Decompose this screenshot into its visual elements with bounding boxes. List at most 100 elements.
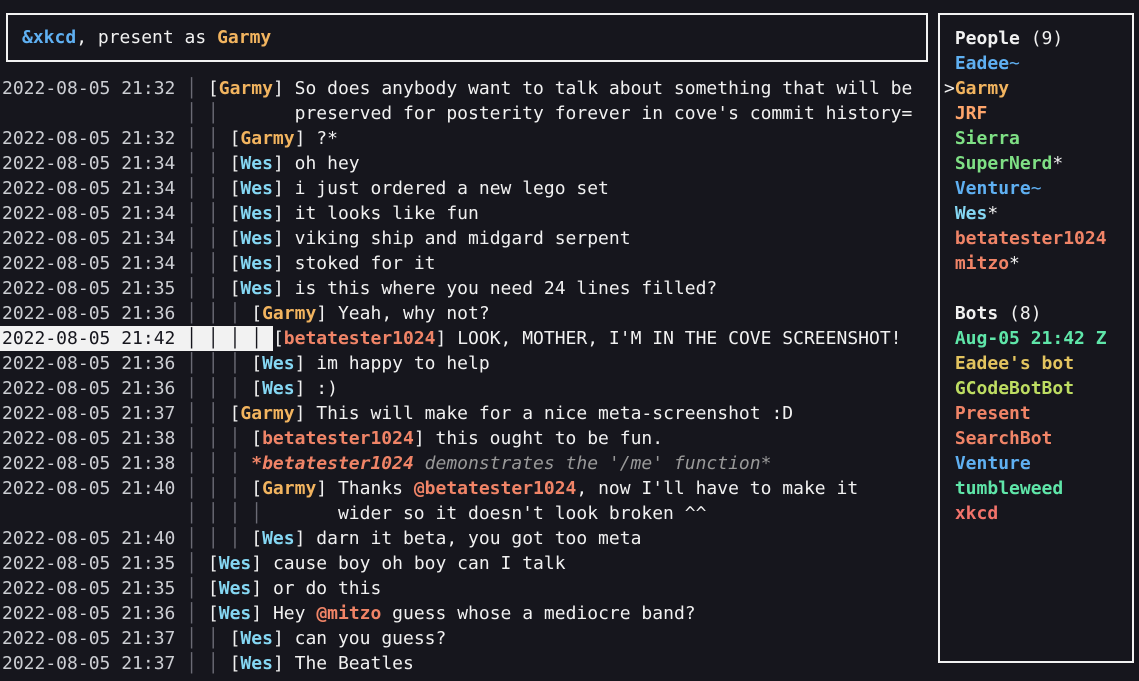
nick[interactable]: Wes: [219, 553, 252, 574]
chat-row[interactable]: 2022-08-05 21:34 │ │ [Wes] i just ordere…: [2, 176, 912, 201]
bracket: [: [251, 428, 262, 449]
user-list-item[interactable]: Wes*: [944, 201, 1132, 226]
thread-lines: │ │: [175, 203, 229, 224]
active-marker: [944, 103, 955, 124]
nick[interactable]: Garmy: [240, 128, 294, 149]
chat-row[interactable]: 2022-08-05 21:35 │ [Wes] cause boy oh bo…: [2, 551, 912, 576]
chat-row[interactable]: │ │ preserved for posterity forever in c…: [2, 101, 912, 126]
nick[interactable]: Wes: [219, 603, 252, 624]
active-marker: [944, 253, 955, 274]
chat-row[interactable]: 2022-08-05 21:38 │ │ │ *betatester1024 d…: [2, 451, 912, 476]
user-name: SearchBot: [955, 428, 1053, 449]
message-text: ?*: [316, 128, 338, 149]
message-text: @betatester1024: [414, 478, 577, 499]
status-suffix: *: [1052, 153, 1063, 174]
message-text: wider so it doesn't look broken ^^: [338, 503, 706, 524]
chat-row[interactable]: 2022-08-05 21:32 │ │ [Garmy] ?*: [2, 126, 912, 151]
nick[interactable]: Wes: [240, 203, 273, 224]
chat-row[interactable]: 2022-08-05 21:35 │ │ [Wes] is this where…: [2, 276, 912, 301]
chat-row[interactable]: 2022-08-05 21:32 │ [Garmy] So does anybo…: [2, 76, 912, 101]
bot-list-item[interactable]: Venture: [944, 451, 1132, 476]
chat-row[interactable]: 2022-08-05 21:34 │ │ [Wes] stoked for it: [2, 251, 912, 276]
user-name: Venture: [955, 453, 1031, 474]
nick[interactable]: Garmy: [219, 78, 273, 99]
bot-list-item[interactable]: Eadee's bot: [944, 351, 1132, 376]
nick[interactable]: Wes: [240, 178, 273, 199]
nick[interactable]: Wes: [262, 528, 295, 549]
message-text: preserved for posterity forever in cove'…: [295, 103, 913, 124]
nick[interactable]: Wes: [240, 278, 273, 299]
people-count: (9): [1020, 28, 1063, 49]
chat-row[interactable]: 2022-08-05 21:36 │ [Wes] Hey @mitzo gues…: [2, 601, 912, 626]
nick[interactable]: Wes: [219, 578, 252, 599]
user-name: tumbleweed: [955, 478, 1063, 499]
user-list-item[interactable]: SuperNerd*: [944, 151, 1132, 176]
message-text: darn it beta, you got too meta: [316, 528, 641, 549]
timestamp: 2022-08-05 21:36: [2, 378, 175, 399]
user-list-item[interactable]: mitzo*: [944, 251, 1132, 276]
chat-row[interactable]: 2022-08-05 21:37 │ │ [Wes] The Beatles: [2, 651, 912, 676]
timestamp: 2022-08-05 21:36: [2, 303, 175, 324]
user-name: SuperNerd: [955, 153, 1053, 174]
nick[interactable]: Wes: [240, 228, 273, 249]
row-prefix: 2022-08-05 21:37 │ │: [2, 653, 230, 674]
chat-row[interactable]: 2022-08-05 21:37 │ │ [Garmy] This will m…: [2, 401, 912, 426]
header-text: , present as: [76, 25, 217, 50]
nick[interactable]: Garmy: [262, 303, 316, 324]
bot-list-item[interactable]: Aug-05 21:42 Z: [944, 326, 1132, 351]
row-prefix: 2022-08-05 21:36 │ │ │: [2, 353, 251, 374]
nick[interactable]: Wes: [240, 653, 273, 674]
chat-row[interactable]: 2022-08-05 21:40 │ │ │ [Garmy] Thanks @b…: [2, 476, 912, 501]
nick[interactable]: betatester1024: [284, 328, 436, 349]
thread-lines: │: [175, 553, 208, 574]
chat-row[interactable]: 2022-08-05 21:35 │ [Wes] or do this: [2, 576, 912, 601]
nick[interactable]: Wes: [240, 253, 273, 274]
user-list-item[interactable]: JRF: [944, 101, 1132, 126]
bot-list-item[interactable]: Present: [944, 401, 1132, 426]
chat-row[interactable]: 2022-08-05 21:34 │ │ [Wes] oh hey: [2, 151, 912, 176]
nick[interactable]: Wes: [240, 628, 273, 649]
thread-lines: │ │ │: [175, 303, 251, 324]
user-list-item[interactable]: Venture~: [944, 176, 1132, 201]
timestamp: 2022-08-05 21:34: [2, 228, 175, 249]
bot-list-item[interactable]: xkcd: [944, 501, 1132, 526]
user-name: GCodeBotBot: [955, 378, 1074, 399]
user-list-item[interactable]: betatester1024: [944, 226, 1132, 251]
bracket: [: [230, 253, 241, 274]
channel-header: &xkcd, present as Garmy: [6, 13, 928, 62]
chat-log: 2022-08-05 21:32 │ [Garmy] So does anybo…: [2, 76, 912, 676]
active-marker: [944, 328, 955, 349]
chat-row[interactable]: 2022-08-05 21:38 │ │ │ [betatester1024] …: [2, 426, 912, 451]
chat-row[interactable]: 2022-08-05 21:40 │ │ │ [Wes] darn it bet…: [2, 526, 912, 551]
message-text: this ought to be fun.: [436, 428, 664, 449]
nick[interactable]: betatester1024: [262, 428, 414, 449]
bots-header: Bots (8): [944, 301, 1132, 326]
bracket: [: [230, 653, 241, 674]
nick[interactable]: Wes: [240, 153, 273, 174]
nick[interactable]: Garmy: [240, 403, 294, 424]
timestamp: 2022-08-05 21:34: [2, 153, 175, 174]
chat-row[interactable]: 2022-08-05 21:36 │ │ │ [Garmy] Yeah, why…: [2, 301, 912, 326]
user-list-item[interactable]: Eadee~: [944, 51, 1132, 76]
chat-row[interactable]: 2022-08-05 21:36 │ │ │ [Wes] :): [2, 376, 912, 401]
timestamp: 2022-08-05 21:35: [2, 553, 175, 574]
nick[interactable]: Garmy: [262, 478, 316, 499]
nick[interactable]: Wes: [262, 378, 295, 399]
bot-list-item[interactable]: tumbleweed: [944, 476, 1132, 501]
status-suffix: ~: [1031, 178, 1042, 199]
bracket: [: [208, 553, 219, 574]
bracket: ]: [295, 378, 317, 399]
chat-row[interactable]: 2022-08-05 21:36 │ │ │ [Wes] im happy to…: [2, 351, 912, 376]
thread-lines: │ │: [175, 178, 229, 199]
chat-row[interactable]: │ │ │ │ wider so it doesn't look broken …: [2, 501, 912, 526]
chat-row[interactable]: 2022-08-05 21:37 │ │ [Wes] can you guess…: [2, 626, 912, 651]
bot-list-item[interactable]: SearchBot: [944, 426, 1132, 451]
bot-list-item[interactable]: GCodeBotBot: [944, 376, 1132, 401]
sidebar: People (9) Eadee~>Garmy JRF Sierra Super…: [938, 13, 1134, 663]
chat-row[interactable]: 2022-08-05 21:34 │ │ [Wes] viking ship a…: [2, 226, 912, 251]
user-list-item[interactable]: >Garmy: [944, 76, 1132, 101]
user-list-item[interactable]: Sierra: [944, 126, 1132, 151]
chat-row[interactable]: 2022-08-05 21:42 │ │ │ │ [betatester1024…: [2, 326, 912, 351]
chat-row[interactable]: 2022-08-05 21:34 │ │ [Wes] it looks like…: [2, 201, 912, 226]
nick[interactable]: Wes: [262, 353, 295, 374]
